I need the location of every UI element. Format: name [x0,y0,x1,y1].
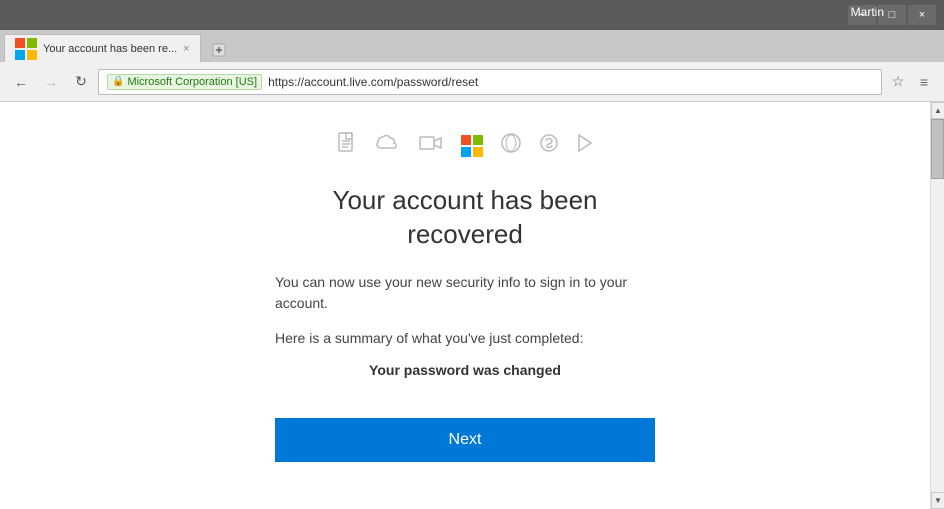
password-changed-text: Your password was changed [275,362,655,378]
tab-bar: Your account has been re... × [0,30,944,62]
video-icon [419,134,443,158]
forward-button[interactable]: → [38,69,64,95]
ms-icons-row [337,132,593,160]
browser-tab[interactable]: Your account has been re... × [4,34,201,62]
next-button[interactable]: Next [275,418,655,462]
refresh-button[interactable]: ↻ [68,69,94,95]
back-button[interactable]: ← [8,69,34,95]
document-icon [337,132,357,160]
scroll-up-button[interactable]: ▲ [931,102,944,119]
summary-text: Here is a summary of what you've just co… [275,330,655,346]
skype-icon [539,133,559,159]
ms-favicon [15,38,37,60]
scroll-down-button[interactable]: ▼ [931,492,944,509]
user-name: Martin [851,5,884,19]
xbox-icon [501,133,521,159]
menu-button[interactable]: ≡ [912,70,936,94]
close-button[interactable]: × [908,5,936,25]
url-text: https://account.live.com/password/reset [268,75,873,89]
star-icon-button[interactable]: ☆ [886,70,910,94]
nav-bar: ← → ↻ 🔒 Microsoft Corporation [US] https… [0,62,944,102]
scrollbar: ▲ ▼ [930,102,944,509]
ssl-text: Microsoft Corporation [US] [127,76,257,88]
page-content: Your account has beenrecovered You can n… [115,102,815,482]
nav-tools: ☆ ≡ [886,70,936,94]
new-tab-button[interactable] [205,38,233,62]
cloud-icon [375,134,401,158]
tab-favicon [15,38,37,60]
description-text: You can now use your new security info t… [275,272,655,314]
title-bar: Martin − □ × [0,0,944,30]
microsoft-logo [461,135,483,157]
play-icon [577,133,593,159]
scrollbar-track [931,119,944,492]
tab-close-button[interactable]: × [183,43,189,55]
lock-icon: 🔒 [112,76,124,87]
main-heading: Your account has beenrecovered [332,184,597,252]
ssl-badge: 🔒 Microsoft Corporation [US] [107,74,262,90]
browser-content: Your account has beenrecovered You can n… [0,102,944,509]
address-bar[interactable]: 🔒 Microsoft Corporation [US] https://acc… [98,69,882,95]
tab-title: Your account has been re... [43,43,177,55]
page-area: Your account has beenrecovered You can n… [0,102,930,509]
scrollbar-thumb[interactable] [931,119,944,179]
